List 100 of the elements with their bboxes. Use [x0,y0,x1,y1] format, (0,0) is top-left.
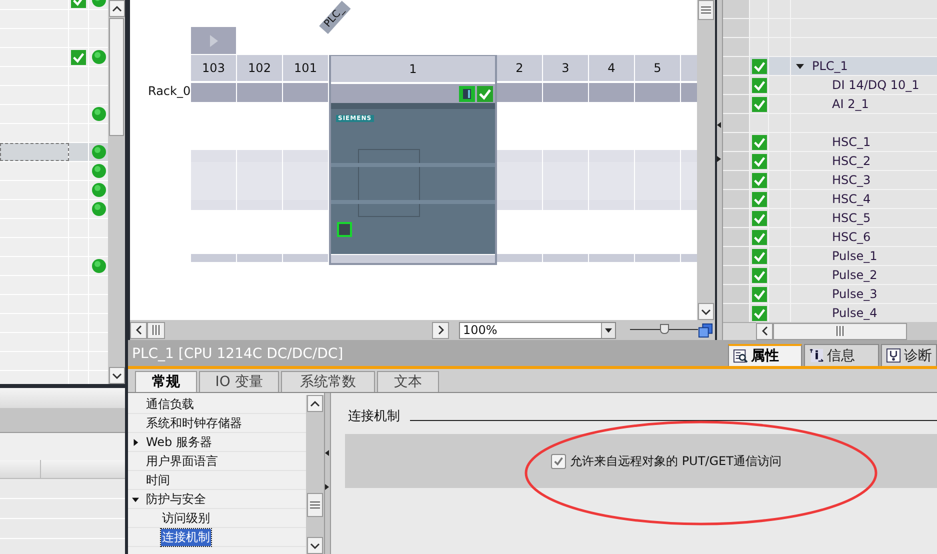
slot-band [283,83,328,102]
expand-arrow-icon[interactable] [325,484,329,490]
slot-header[interactable]: 102 [237,55,282,83]
tree-item[interactable]: HSC_4 [723,190,937,209]
tree-item[interactable]: AI 2_1 [723,95,937,114]
tree-item[interactable]: HSC_6 [723,228,937,247]
nav-item[interactable]: Web 服务器 [145,434,213,450]
nav-item[interactable]: 系统和时钟存储器 [145,414,243,432]
section-heading: 连接机制 [348,408,400,425]
nav-item[interactable]: 时间 [145,472,171,488]
grip-icon [310,501,320,509]
expand-arrow-icon[interactable] [796,62,804,70]
view-tab[interactable]: 信息 [804,344,879,366]
slot-header[interactable]: 1 [331,56,495,84]
expand-arrow-icon[interactable] [132,496,139,503]
scroll-right-button[interactable] [432,322,449,338]
slot-header[interactable]: 3 [543,55,588,83]
ethernet-port-icon [337,222,352,237]
tree-item[interactable]: PLC_1 [723,57,937,76]
slot-band [497,83,542,102]
table-row[interactable] [0,200,108,219]
table-row[interactable] [0,257,108,276]
slot-header[interactable]: 103 [191,55,236,83]
slot-band [191,83,236,102]
tree-item-label: Pulse_3 [832,287,878,301]
tree-item[interactable]: DI 14/DQ 10_1 [723,76,937,95]
scrollbar-thumb[interactable] [698,0,714,20]
tree-item-label: HSC_1 [832,135,871,149]
tree-item[interactable]: Pulse_2 [723,266,937,285]
checkbox-label[interactable]: 允许来自远程对象的 PUT/GET通信访问 [570,452,782,470]
table-row[interactable] [0,181,108,200]
slot-band [543,83,588,102]
tree-item-label: HSC_3 [832,173,871,187]
slot-header[interactable]: 4 [589,55,634,83]
tab[interactable]: 系统常数 [281,371,375,392]
scrollbar-thumb[interactable] [109,18,124,136]
stethoscope-icon [886,348,901,363]
tree-item-label: Pulse_2 [832,268,878,282]
scroll-down-button[interactable] [307,537,323,554]
table-row[interactable] [0,143,108,162]
view-tab[interactable]: 属性 [728,344,802,366]
tree-item-label: HSC_6 [832,230,871,244]
slot-header[interactable]: 101 [283,55,328,83]
slot-header[interactable]: 5 [635,55,680,83]
tree-item[interactable]: Pulse_1 [723,247,937,266]
zoom-dropdown[interactable]: 100% [459,322,616,338]
scroll-up-button[interactable] [307,395,323,412]
nav-item[interactable]: 用户界面语言 [145,452,219,470]
nav-item[interactable]: 访问级别 [161,510,211,526]
module-icon [459,86,475,102]
tree-item[interactable]: HSC_1 [723,133,937,152]
properties-icon [733,348,748,364]
right-triangle-icon [210,34,218,46]
table-row[interactable] [0,48,108,67]
tree-item[interactable]: HSC_2 [723,152,937,171]
inspector-title: PLC_1 [CPU 1214C DC/DC/DC] [132,346,344,362]
tree-item-label: PLC_1 [812,59,848,73]
collapse-arrow-icon[interactable] [325,450,329,456]
tab[interactable]: IO 变量 [199,371,279,392]
expand-arrow-icon[interactable] [132,439,139,446]
info-icon [809,348,824,363]
slot-band [589,83,634,102]
grip-icon [701,6,711,14]
tab[interactable]: 文本 [377,371,439,392]
nav-item[interactable]: 通信负载 [145,396,195,412]
scrollbar-thumb[interactable] [307,493,323,517]
tree-item-label: AI 2_1 [832,97,869,111]
checkbox[interactable] [551,454,566,468]
tree-item-label: Pulse_4 [832,306,878,320]
scroll-down-button[interactable] [108,367,124,384]
tree-item-label: HSC_4 [832,192,871,206]
tree-item[interactable]: HSC_5 [723,209,937,228]
scroll-left-button[interactable] [130,322,147,338]
overview-icon[interactable] [698,322,713,338]
tree-item[interactable]: HSC_3 [723,171,937,190]
tree-item-label: HSC_5 [832,211,871,225]
collapse-arrow-icon[interactable] [717,122,721,128]
view-tab[interactable]: 诊断 [881,344,937,366]
grip-icon [836,326,844,336]
nav-item[interactable]: 防护与安全 [145,490,207,508]
tree-item-label: DI 14/DQ 10_1 [832,78,920,92]
module-cover [358,149,420,217]
expand-arrow-icon[interactable] [717,156,721,162]
table-row[interactable] [0,105,108,124]
rack-label: Rack_0 [148,83,191,100]
scroll-up-button[interactable] [108,0,124,17]
slot-band [237,83,282,102]
slider-thumb[interactable] [660,324,669,334]
tree-item[interactable]: Pulse_3 [723,285,937,304]
scroll-down-button[interactable] [698,303,714,320]
table-row[interactable] [0,162,108,181]
scroll-left-button[interactable] [756,322,773,340]
scrollbar-thumb[interactable] [147,322,165,338]
scrollbar-thumb[interactable] [773,322,907,340]
nav-item[interactable]: 连接机制 [161,528,211,546]
slot-header[interactable] [681,55,697,83]
tab[interactable]: 常规 [135,371,197,392]
tree-item-label: HSC_2 [832,154,871,168]
caret-icon [601,322,615,338]
slot-header[interactable]: 2 [497,55,542,83]
